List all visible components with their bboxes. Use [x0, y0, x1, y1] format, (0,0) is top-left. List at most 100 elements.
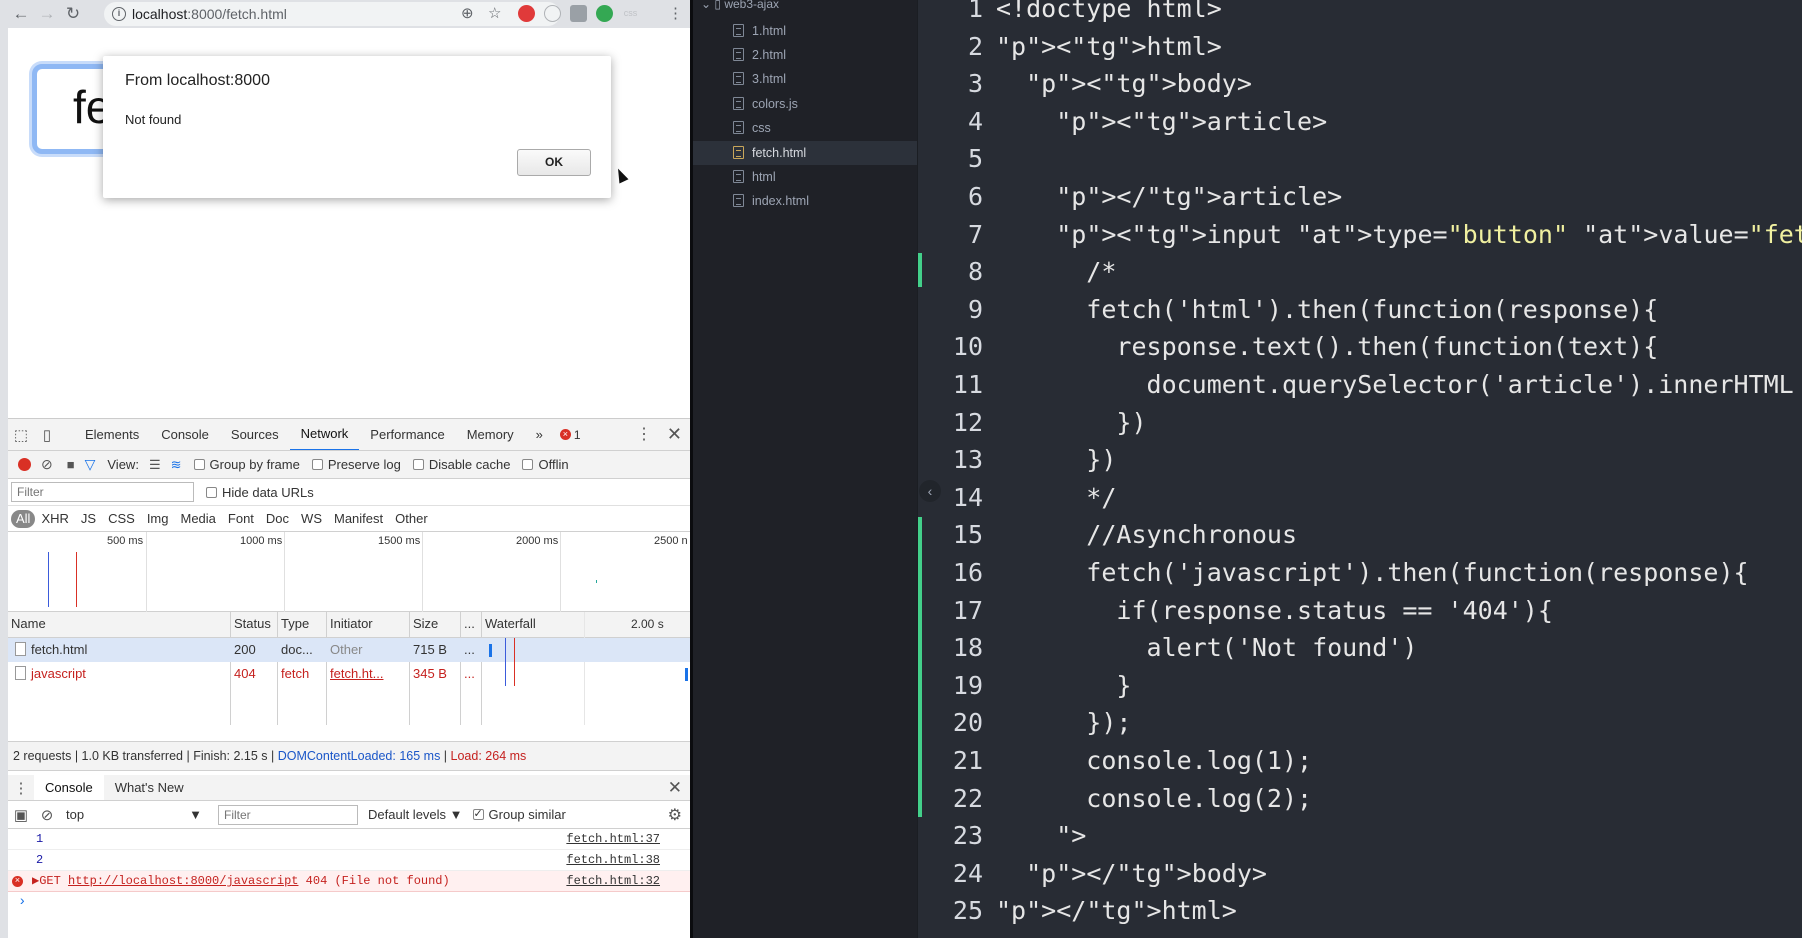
dcl-line [505, 638, 506, 662]
type-filter-media[interactable]: Media [174, 510, 221, 528]
error-url-link[interactable]: http://localhost:8000/javascript [68, 874, 298, 888]
console-prompt[interactable]: › [8, 892, 690, 913]
network-filter-input[interactable] [11, 482, 194, 502]
tab-memory[interactable]: Memory [456, 419, 525, 450]
chrome-menu-icon[interactable]: ⋮ [668, 4, 683, 22]
browser-toolbar: ← → ↻ i localhost:8000/fetch.html ⊕ ☆ cs… [8, 0, 690, 28]
preserve-log-checkbox[interactable] [311, 459, 323, 470]
zoom-icon[interactable]: ⊕ [461, 4, 474, 22]
group-by-frame-checkbox[interactable] [193, 459, 205, 470]
disable-cache-checkbox[interactable] [412, 459, 424, 470]
type-filter-doc[interactable]: Doc [260, 510, 295, 528]
group-similar-checkbox[interactable] [472, 807, 484, 820]
col-name-header[interactable]: Name [8, 612, 230, 636]
drawer-tab-whats-new[interactable]: What's New [104, 775, 195, 800]
overview-icon[interactable]: ≋ [171, 457, 182, 473]
file-item[interactable]: index.html [693, 189, 917, 213]
clear-icon[interactable]: ⊘ [41, 456, 53, 473]
type-filter-ws[interactable]: WS [295, 510, 328, 528]
resource-type-filters: All XHR JS CSS Img Media Font Doc WS Man… [8, 506, 690, 532]
col-more-header[interactable]: ... [461, 612, 481, 636]
type-filter-css[interactable]: CSS [102, 510, 141, 528]
request-name-text: javascript [31, 666, 86, 681]
col-initiator-header[interactable]: Initiator [327, 612, 409, 636]
devtools-menu-icon[interactable]: ⋮ [636, 424, 652, 444]
file-icon [733, 194, 744, 207]
url-host: localhost [132, 6, 188, 22]
large-rows-icon[interactable]: ☰ [149, 457, 161, 473]
capture-screenshots-icon[interactable]: ■ [67, 457, 75, 472]
mouse-cursor-icon [613, 166, 629, 184]
tab-performance[interactable]: Performance [359, 419, 455, 450]
filter-icon[interactable]: ▽ [85, 456, 96, 473]
request-row[interactable]: fetch.html 200 doc... Other 715 B ... [8, 638, 690, 662]
chevron-down-icon: ▼ [189, 807, 202, 822]
extension-shield-icon[interactable] [518, 5, 535, 22]
code-editor[interactable]: ‹ 1 <!doctype html> 2 "p"><"tg">html> 3 "p">… [917, 0, 1802, 938]
network-overview[interactable]: 500 ms 1000 ms 1500 ms 2000 ms 2500 n [8, 532, 690, 612]
type-filter-manifest[interactable]: Manifest [328, 510, 389, 528]
back-icon[interactable]: ← [8, 1, 34, 27]
device-toolbar-icon[interactable]: ▯ [34, 426, 60, 444]
console-source-link[interactable]: fetch.html:37 [566, 829, 660, 850]
extension-css-icon[interactable]: css [622, 5, 639, 22]
type-filter-xhr[interactable]: XHR [35, 510, 74, 528]
col-size-header[interactable]: Size [410, 612, 460, 636]
console-source-link[interactable]: fetch.html:32 [566, 871, 660, 892]
file-item[interactable]: css [693, 116, 917, 140]
tab-sources[interactable]: Sources [220, 419, 290, 450]
drawer-tab-console[interactable]: Console [34, 775, 104, 800]
console-settings-gear-icon[interactable]: ⚙ [668, 805, 682, 825]
file-name: css [752, 121, 771, 135]
file-item[interactable]: 1.html [693, 19, 917, 43]
file-name: 2.html [752, 48, 787, 62]
site-info-icon[interactable]: i [112, 7, 126, 21]
devtools-close-icon[interactable]: ✕ [667, 424, 682, 445]
file-name: html [752, 170, 776, 184]
type-filter-font[interactable]: Font [222, 510, 260, 528]
console-filter-input[interactable] [218, 804, 358, 825]
inspect-element-icon[interactable]: ⬚ [8, 426, 34, 444]
project-folder[interactable]: ⌄ ▯ web3-ajax [693, 0, 779, 14]
alert-ok-button[interactable]: OK [517, 149, 591, 176]
type-filter-all[interactable]: All [11, 509, 36, 528]
file-item-selected[interactable]: fetch.html [693, 141, 917, 165]
log-levels-dropdown[interactable]: Default levels ▼ [368, 807, 463, 822]
type-filter-other[interactable]: Other [389, 510, 434, 528]
more-tabs-button[interactable]: » [525, 419, 554, 450]
code-line: }); [996, 708, 1132, 738]
bookmark-star-icon[interactable]: ☆ [488, 4, 501, 22]
clear-console-icon[interactable]: ⊘ [34, 806, 60, 824]
console-message-text: 2 [36, 853, 44, 867]
drawer-close-icon[interactable]: ✕ [668, 778, 682, 798]
type-filter-img[interactable]: Img [141, 510, 175, 528]
reload-icon[interactable]: ↻ [60, 1, 86, 27]
request-initiator-link[interactable]: fetch.ht... [327, 662, 409, 686]
console-sidebar-icon[interactable]: ▣ [8, 806, 34, 824]
col-status-header[interactable]: Status [231, 612, 277, 636]
file-item[interactable]: html [693, 165, 917, 189]
tab-console[interactable]: Console [150, 419, 220, 450]
page-viewport: fe From localhost:8000 Not found OK [8, 28, 690, 418]
extension-info-icon[interactable] [544, 5, 561, 22]
extension-s-icon[interactable] [570, 5, 587, 22]
hide-data-urls-checkbox[interactable] [206, 486, 217, 498]
file-item[interactable]: colors.js [693, 92, 917, 116]
forward-icon[interactable]: → [34, 1, 60, 27]
col-waterfall-header[interactable]: Waterfall [482, 612, 582, 636]
tab-network[interactable]: Network [289, 419, 360, 450]
offline-checkbox[interactable] [522, 459, 534, 470]
type-filter-js[interactable]: JS [75, 510, 102, 528]
tab-elements[interactable]: Elements [74, 419, 150, 450]
error-counter[interactable]: × 1 [559, 428, 581, 442]
file-item[interactable]: 3.html [693, 67, 917, 91]
console-error-message[interactable]: × ▶GET http://localhost:8000/javascript … [8, 871, 690, 892]
file-item[interactable]: 2.html [693, 43, 917, 67]
console-source-link[interactable]: fetch.html:38 [566, 850, 660, 871]
context-selector[interactable]: top ▼ [60, 807, 210, 822]
request-row[interactable]: javascript 404 fetch fetch.ht... 345 B .… [8, 662, 690, 686]
col-type-header[interactable]: Type [278, 612, 326, 636]
record-icon[interactable] [18, 458, 31, 471]
extension-check-icon[interactable] [596, 5, 613, 22]
drawer-menu-icon[interactable]: ⋮ [8, 779, 34, 797]
